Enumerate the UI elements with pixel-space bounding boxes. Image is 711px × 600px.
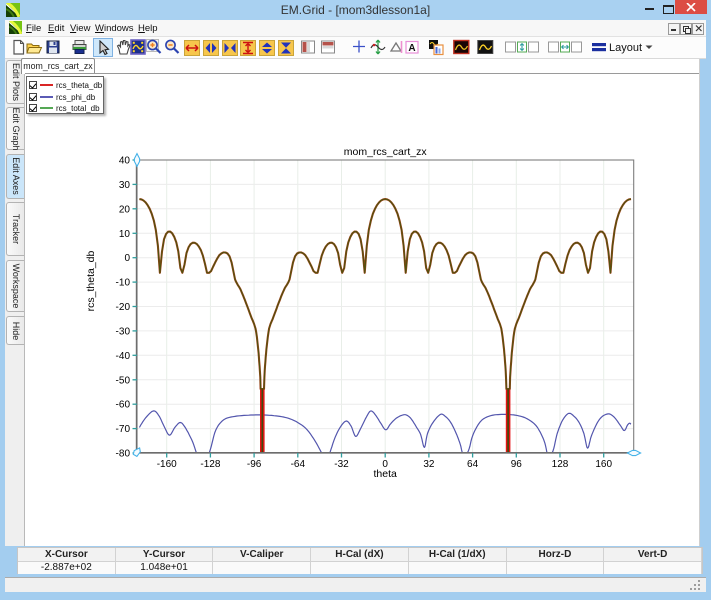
svg-text:-30: -30	[116, 326, 131, 337]
svg-text:20: 20	[119, 204, 131, 215]
svg-text:64: 64	[467, 459, 479, 470]
svg-text:128: 128	[552, 459, 569, 470]
svg-text:10: 10	[119, 229, 131, 240]
svg-text:-40: -40	[116, 351, 131, 362]
svg-text:-10: -10	[116, 278, 131, 289]
svg-text:-60: -60	[116, 400, 131, 411]
svg-text:-160: -160	[157, 459, 177, 470]
svg-text:rcs_theta_db: rcs_theta_db	[85, 250, 97, 311]
svg-text:40: 40	[119, 156, 131, 167]
svg-text:0: 0	[124, 253, 130, 264]
svg-text:-70: -70	[116, 424, 131, 435]
svg-text:32: 32	[423, 459, 435, 470]
svg-text:-20: -20	[116, 302, 131, 313]
svg-text:-128: -128	[200, 459, 220, 470]
svg-text:-96: -96	[247, 459, 262, 470]
svg-text:mom_rcs_cart_zx: mom_rcs_cart_zx	[344, 146, 428, 158]
svg-text:30: 30	[119, 180, 131, 191]
svg-text:-50: -50	[116, 375, 131, 386]
svg-text:theta: theta	[374, 468, 398, 480]
svg-text:-80: -80	[116, 449, 131, 460]
svg-text:-32: -32	[334, 459, 349, 470]
svg-text:-64: -64	[291, 459, 306, 470]
svg-text:96: 96	[511, 459, 523, 470]
svg-text:160: 160	[595, 459, 612, 470]
